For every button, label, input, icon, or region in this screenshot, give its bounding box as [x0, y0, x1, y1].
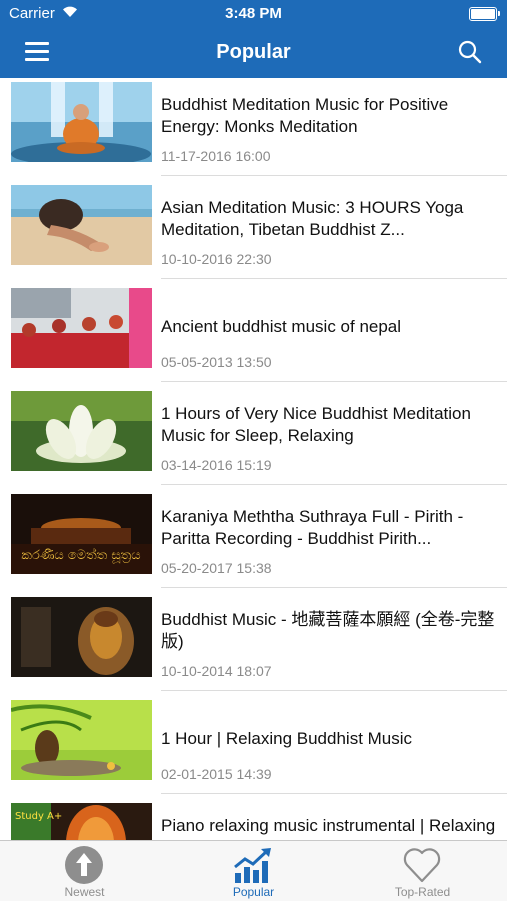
video-title: Buddhist Music - 地藏菩薩本願經 (全卷-完整版) — [161, 610, 495, 651]
video-date: 11-17-2016 16:00 — [161, 148, 271, 164]
tab-label: Newest — [64, 885, 105, 899]
video-date: 10-10-2016 22:30 — [161, 251, 272, 267]
video-title: Karaniya Meththa Suthraya Full - Pirith … — [161, 507, 464, 548]
list-item[interactable]: Buddhist Meditation Music for Positive E… — [0, 78, 507, 181]
tab-bar: Newest Popular Top-Rated — [0, 840, 507, 901]
up-arrow-circle-icon — [65, 846, 103, 884]
row-divider — [161, 587, 507, 588]
thumbnail-caption: Study A+ — [15, 811, 62, 822]
video-list[interactable]: Buddhist Meditation Music for Positive E… — [0, 78, 507, 840]
trending-chart-icon — [234, 848, 271, 883]
list-item[interactable]: 1 Hour | Relaxing Buddhist Music 02-01-2… — [0, 696, 507, 799]
clock: 3:48 PM — [225, 5, 282, 22]
list-item[interactable]: Study A+ Piano relaxing music instrument… — [0, 799, 507, 840]
search-icon[interactable] — [457, 39, 483, 65]
video-title: 1 Hour | Relaxing Buddhist Music — [161, 729, 413, 748]
list-item[interactable]: 1 Hours of Very Nice Buddhist Meditation… — [0, 387, 507, 490]
thumbnail-caption: කරණීය මෙත්ත සූත්‍රය — [21, 547, 140, 563]
video-title: Asian Meditation Music: 3 HOURS Yoga Med… — [161, 198, 464, 239]
row-divider — [161, 793, 507, 794]
battery-icon — [469, 7, 500, 21]
video-thumbnail — [11, 391, 152, 471]
row-divider — [161, 484, 507, 485]
video-date: 02-01-2015 14:39 — [161, 766, 272, 782]
nav-bar: Popular — [0, 28, 507, 78]
status-bar: Carrier 3:48 PM — [0, 0, 507, 28]
app-header: Carrier 3:48 PM Popular — [0, 0, 507, 78]
video-date: 05-05-2013 13:50 — [161, 354, 272, 370]
tab-popular[interactable]: Popular — [169, 841, 338, 901]
tab-newest[interactable]: Newest — [0, 841, 169, 901]
video-thumbnail: කරණීය මෙත්ත සූත්‍රය — [11, 494, 152, 574]
tab-top-rated[interactable]: Top-Rated — [338, 841, 507, 901]
tab-label: Top-Rated — [394, 885, 451, 899]
video-date: 03-14-2016 15:19 — [161, 457, 272, 473]
video-thumbnail — [11, 597, 152, 677]
list-item[interactable]: Buddhist Music - 地藏菩薩本願經 (全卷-完整版) 10-10-… — [0, 593, 507, 696]
video-title: Buddhist Meditation Music for Positive E… — [161, 95, 449, 136]
row-divider — [161, 175, 507, 176]
video-thumbnail: Study A+ — [11, 803, 152, 840]
list-item[interactable]: Asian Meditation Music: 3 HOURS Yoga Med… — [0, 181, 507, 284]
list-item[interactable]: කරණීය මෙත්ත සූත්‍රය Karaniya Meththa Sut… — [0, 490, 507, 593]
page-title: Popular — [216, 41, 291, 63]
video-thumbnail — [11, 82, 152, 162]
video-title: Piano relaxing music instrumental | Rela… — [161, 816, 496, 840]
list-item[interactable]: Ancient buddhist music of nepal 05-05-20… — [0, 284, 507, 387]
video-date: 10-10-2014 18:07 — [161, 663, 272, 679]
row-divider — [161, 381, 507, 382]
video-thumbnail — [11, 288, 152, 368]
video-date: 05-20-2017 15:38 — [161, 560, 272, 576]
video-title: Ancient buddhist music of nepal — [161, 317, 402, 336]
tab-label: Popular — [232, 885, 275, 899]
row-divider — [161, 690, 507, 691]
video-title: 1 Hours of Very Nice Buddhist Meditation… — [161, 404, 471, 445]
heart-icon — [403, 848, 441, 883]
row-divider — [161, 278, 507, 279]
video-thumbnail — [11, 700, 152, 780]
video-thumbnail — [11, 185, 152, 265]
